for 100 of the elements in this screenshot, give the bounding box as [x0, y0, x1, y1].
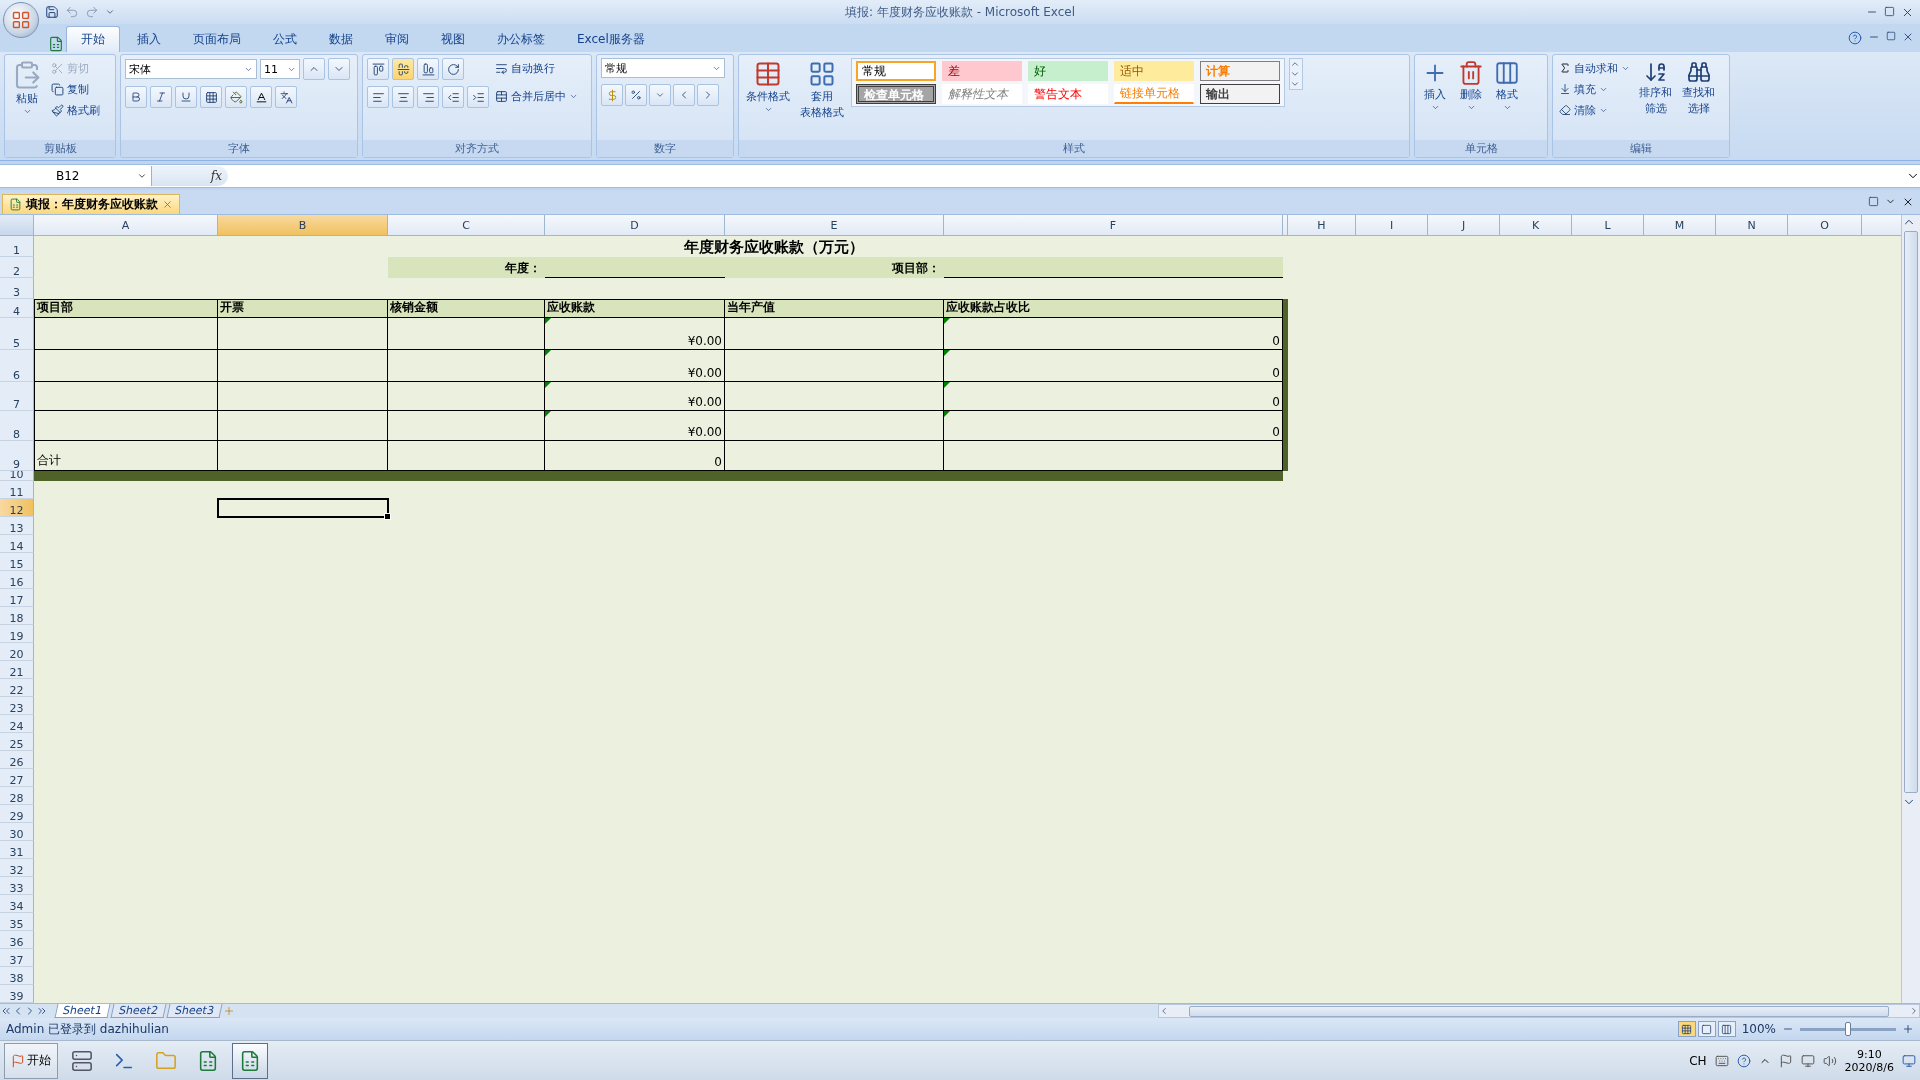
view-mode-button[interactable]: [1717, 1021, 1736, 1037]
fill-color-button[interactable]: [225, 86, 247, 108]
shrink-font-button[interactable]: [328, 58, 350, 80]
column-header[interactable]: A: [34, 215, 218, 236]
bold-button[interactable]: [125, 86, 147, 108]
row-header[interactable]: 28: [0, 787, 34, 805]
ribbon-tab[interactable]: Excel服务器: [562, 26, 660, 52]
format-button[interactable]: 格式: [1491, 58, 1523, 114]
row-header[interactable]: 11: [0, 481, 34, 499]
ribbon-tab[interactable]: 开始: [66, 26, 120, 52]
row-header[interactable]: 25: [0, 733, 34, 751]
number-format-field[interactable]: 常规: [601, 58, 725, 78]
row-header[interactable]: 26: [0, 751, 34, 769]
selected-cell[interactable]: [217, 498, 389, 518]
ribbon-tab[interactable]: 页面布局: [178, 26, 256, 52]
vertical-align-button[interactable]: [367, 58, 389, 80]
scroll-thumb[interactable]: [1189, 1005, 1889, 1017]
row-header[interactable]: 18: [0, 607, 34, 625]
scroll-thumb[interactable]: [1904, 231, 1918, 793]
font-color-button[interactable]: [250, 86, 272, 108]
wrap-text-button[interactable]: 自动换行: [493, 58, 580, 78]
autosum-button[interactable]: 自动求和: [1557, 58, 1632, 78]
row-header[interactable]: 4: [0, 299, 34, 318]
row-header[interactable]: 1: [0, 236, 34, 257]
sheet-tab[interactable]: Sheet3: [166, 1004, 222, 1018]
ribbon-tab[interactable]: 数据: [314, 26, 368, 52]
column-header[interactable]: M: [1644, 215, 1716, 236]
row-header[interactable]: 22: [0, 679, 34, 697]
column-header[interactable]: N: [1716, 215, 1788, 236]
increase-decimal-button[interactable]: [673, 84, 695, 106]
column-header[interactable]: F: [944, 215, 1283, 236]
column-header[interactable]: O: [1788, 215, 1862, 236]
column-header[interactable]: K: [1500, 215, 1572, 236]
row-header[interactable]: 21: [0, 661, 34, 679]
ribbon-tab[interactable]: 视图: [426, 26, 480, 52]
row-header[interactable]: 37: [0, 949, 34, 967]
column-header[interactable]: I: [1356, 215, 1428, 236]
vertical-align-button[interactable]: [417, 58, 439, 80]
view-mode-button[interactable]: [1677, 1021, 1696, 1037]
cell-style-option[interactable]: 好: [1028, 61, 1108, 81]
paste-button[interactable]: 粘贴: [9, 58, 45, 118]
cell-style-option[interactable]: 常规: [856, 61, 936, 81]
column-header[interactable]: L: [1572, 215, 1644, 236]
font-size-field[interactable]: 11: [260, 59, 300, 79]
redo-button[interactable]: [84, 4, 100, 20]
align-right-button[interactable]: [417, 86, 439, 108]
vertical-align-button[interactable]: [392, 58, 414, 80]
ribbon-tab[interactable]: 办公标签: [482, 26, 560, 52]
column-header[interactable]: B: [218, 215, 388, 236]
accounting-format-button[interactable]: [601, 84, 623, 106]
row-header[interactable]: 8: [0, 411, 34, 441]
save-button[interactable]: [44, 4, 60, 20]
row-header[interactable]: 15: [0, 553, 34, 571]
phonetic-button[interactable]: [275, 86, 297, 108]
start-button[interactable]: 开始: [4, 1042, 58, 1079]
column-header[interactable]: D: [545, 215, 725, 236]
row-header[interactable]: 36: [0, 931, 34, 949]
row-header[interactable]: 2: [0, 257, 34, 278]
row-header[interactable]: 27: [0, 769, 34, 787]
italic-button[interactable]: [150, 86, 172, 108]
orientation-button[interactable]: [442, 58, 464, 80]
row-header[interactable]: 35: [0, 913, 34, 931]
increase-indent-button[interactable]: [467, 86, 489, 108]
delete-button[interactable]: 删除: [1455, 58, 1487, 114]
cell-style-option[interactable]: 解释性文本: [942, 84, 1022, 104]
format-painter-button[interactable]: 格式刷: [49, 100, 102, 120]
ribbon-tab[interactable]: 公式: [258, 26, 312, 52]
percent-button[interactable]: [625, 84, 647, 106]
vertical-scrollbar[interactable]: [1901, 215, 1920, 1003]
gallery-scrollbar[interactable]: [1289, 58, 1303, 90]
insert-button[interactable]: 插入: [1419, 58, 1451, 114]
row-header[interactable]: 32: [0, 859, 34, 877]
view-mode-button[interactable]: [1697, 1021, 1716, 1037]
office-button[interactable]: [3, 2, 39, 38]
language-indicator[interactable]: CH: [1689, 1053, 1707, 1068]
merge-center-button[interactable]: 合并后居中: [493, 86, 580, 106]
align-center-button[interactable]: [392, 86, 414, 108]
copy-button[interactable]: 复制: [49, 79, 102, 99]
row-header[interactable]: 30: [0, 823, 34, 841]
align-left-button[interactable]: [367, 86, 389, 108]
find-select-button[interactable]: 查找和 选择: [1679, 58, 1718, 118]
row-header[interactable]: 12: [0, 499, 34, 517]
row-header[interactable]: 13: [0, 517, 34, 535]
row-header[interactable]: 9: [0, 441, 34, 471]
table-format-button[interactable]: 套用 表格格式: [797, 58, 847, 122]
row-header[interactable]: 14: [0, 535, 34, 553]
column-header[interactable]: C: [388, 215, 545, 236]
border-button[interactable]: [200, 86, 222, 108]
taskbar-app[interactable]: [232, 1042, 268, 1079]
row-header[interactable]: 29: [0, 805, 34, 823]
row-header[interactable]: 5: [0, 318, 34, 350]
cell-style-option[interactable]: 差: [942, 61, 1022, 81]
row-header[interactable]: 31: [0, 841, 34, 859]
fill-button[interactable]: 填充: [1557, 79, 1632, 99]
decrease-decimal-button[interactable]: [697, 84, 719, 106]
decrease-indent-button[interactable]: [442, 86, 464, 108]
column-header[interactable]: E: [725, 215, 944, 236]
grow-font-button[interactable]: [303, 58, 325, 80]
sort-filter-button[interactable]: 排序和 筛选: [1636, 58, 1675, 118]
cell-style-option[interactable]: 警告文本: [1028, 84, 1108, 104]
